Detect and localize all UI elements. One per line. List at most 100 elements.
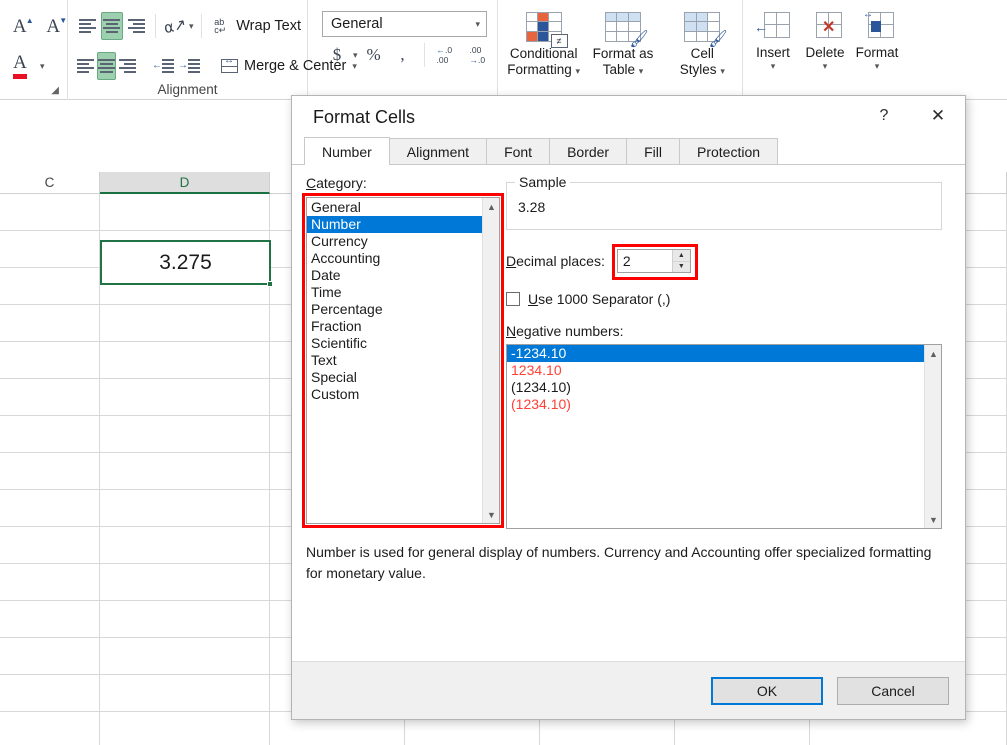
decrease-indent-button[interactable]: ← [151, 52, 175, 80]
column-header-c[interactable]: C [0, 172, 100, 194]
scroll-down-icon[interactable]: ▼ [483, 506, 499, 523]
number-format-select[interactable]: General ▾ [322, 11, 487, 37]
negative-numbers-label: Negative numbers: [506, 323, 624, 339]
increase-font-size-button[interactable]: A [6, 12, 34, 40]
align-center-button[interactable] [97, 52, 116, 80]
category-item-accounting[interactable]: Accounting [307, 250, 482, 267]
align-left-icon [77, 58, 94, 74]
negative-format-option-3[interactable]: (1234.10) [507, 379, 924, 396]
delete-cells-button[interactable]: ✕ Delete ▾ [799, 6, 851, 100]
text-orientation-button[interactable]: ⍺↗ [162, 12, 188, 40]
wrap-text-label: Wrap Text [236, 18, 301, 34]
use-1000-separator-row[interactable]: Use 1000 Separator (,) [506, 291, 942, 307]
conditional-formatting-button[interactable]: ≠ Conditional Formatting ▾ [504, 6, 583, 100]
increase-decimal-icon: ←.0.00 [436, 45, 453, 65]
category-item-general[interactable]: General [307, 199, 482, 216]
scroll-up-icon[interactable]: ▲ [483, 198, 499, 215]
chevron-down-icon: ▾ [475, 18, 480, 29]
help-icon[interactable]: ? [861, 96, 907, 136]
align-right-button[interactable] [118, 52, 137, 80]
selected-cell-d[interactable]: 3.275 [100, 240, 273, 287]
align-left-button[interactable] [76, 52, 95, 80]
scroll-down-icon[interactable]: ▼ [925, 511, 941, 528]
fill-handle[interactable] [267, 281, 273, 287]
align-top-button[interactable] [76, 12, 99, 40]
font-dialog-launcher-icon[interactable]: ◢ [51, 86, 59, 96]
category-item-scientific[interactable]: Scientific [307, 335, 482, 352]
negative-format-option-4[interactable]: (1234.10) [507, 396, 924, 413]
decrease-decimal-button[interactable]: .00 →.0 [466, 42, 496, 68]
chevron-down-icon[interactable]: ▾ [639, 66, 644, 76]
negative-format-option-1[interactable]: -1234.10 [507, 345, 924, 362]
chevron-down-icon[interactable]: ▾ [875, 61, 880, 72]
font-color-dropdown-icon[interactable]: ▾ [40, 61, 45, 72]
spinner-up-icon[interactable]: ▲ [672, 250, 690, 262]
align-center-icon [98, 58, 115, 74]
wrap-text-button[interactable]: ab c↵ Wrap Text [208, 12, 307, 40]
negative-numbers-listbox[interactable]: -1234.10 1234.10 (1234.10) (1234.10) ▲ ▼ [506, 344, 942, 529]
category-description: Number is used for general display of nu… [306, 544, 932, 581]
decimal-places-stepper[interactable]: ▲ ▼ [616, 249, 691, 273]
category-listbox[interactable]: General Number Currency Accounting Date … [306, 197, 500, 524]
orientation-dropdown-icon[interactable]: ▾ [189, 21, 194, 32]
divider [154, 14, 156, 38]
close-icon[interactable]: ✕ [915, 96, 961, 136]
category-item-time[interactable]: Time [307, 284, 482, 301]
tab-number[interactable]: Number [304, 137, 390, 165]
decrease-font-size-button[interactable]: A [40, 12, 68, 40]
scroll-up-icon[interactable]: ▲ [925, 345, 941, 362]
align-middle-button[interactable] [100, 12, 124, 40]
align-bottom-button[interactable] [125, 12, 148, 40]
negative-numbers-items: -1234.10 1234.10 (1234.10) (1234.10) [507, 345, 924, 528]
increase-font-size-icon: A [13, 17, 33, 36]
text-orientation-icon: ⍺↗ [162, 16, 188, 37]
format-cells-button[interactable]: ↔ Format ▾ [851, 6, 903, 100]
category-item-number[interactable]: Number [307, 216, 482, 233]
sample-legend: Sample [515, 174, 571, 190]
cancel-button[interactable]: Cancel [837, 676, 949, 705]
align-middle-icon [103, 18, 121, 34]
category-item-custom[interactable]: Custom [307, 386, 482, 403]
negative-format-option-2[interactable]: 1234.10 [507, 362, 924, 379]
increase-decimal-button[interactable]: ←.0.00 [433, 42, 463, 68]
category-item-text[interactable]: Text [307, 352, 482, 369]
chevron-down-icon[interactable]: ▾ [720, 66, 725, 76]
percent-format-button[interactable]: % [361, 42, 387, 68]
comma-format-button[interactable]: , [390, 42, 416, 68]
cell-value: 3.275 [159, 250, 212, 274]
format-as-table-button[interactable]: 🖌 Format as Table ▾ [583, 6, 662, 100]
category-label: Category: [306, 175, 367, 191]
decimal-places-input[interactable] [617, 250, 672, 272]
category-item-special[interactable]: Special [307, 369, 482, 386]
ribbon-group-number: General ▾ $ ▾ % , ←.0.00 .00 →.0 [308, 0, 498, 100]
spinner-down-icon[interactable]: ▼ [673, 262, 690, 273]
chevron-down-icon[interactable]: ▾ [576, 66, 581, 76]
tab-alignment[interactable]: Alignment [388, 138, 488, 164]
category-item-percentage[interactable]: Percentage [307, 301, 482, 318]
currency-dropdown-icon[interactable]: ▾ [353, 50, 358, 61]
chevron-down-icon[interactable]: ▾ [771, 61, 776, 72]
tab-fill[interactable]: Fill [626, 138, 680, 164]
chevron-down-icon[interactable]: ▾ [823, 61, 828, 72]
font-color-button[interactable]: A [6, 52, 34, 80]
tab-font[interactable]: Font [486, 138, 551, 164]
category-item-currency[interactable]: Currency [307, 233, 482, 250]
insert-cells-button[interactable]: ← Insert ▾ [747, 6, 799, 100]
tab-border[interactable]: Border [549, 138, 628, 164]
currency-format-button[interactable]: $ [324, 42, 350, 68]
delete-label: Delete [805, 45, 845, 60]
tab-protection[interactable]: Protection [679, 138, 779, 164]
decrease-decimal-icon: .00 →.0 [469, 45, 486, 65]
ok-button[interactable]: OK [711, 676, 823, 705]
increase-indent-button[interactable]: → [177, 52, 201, 80]
negative-numbers-scrollbar[interactable]: ▲ ▼ [924, 345, 941, 528]
dialog-title-bar: Format Cells ? ✕ [292, 96, 965, 138]
cell-styles-button[interactable]: 🖌 Cell Styles ▾ [663, 6, 742, 100]
category-scrollbar[interactable]: ▲ ▼ [482, 198, 499, 523]
spinner-buttons[interactable]: ▲ ▼ [671, 250, 690, 273]
use-1000-separator-checkbox[interactable] [506, 292, 520, 306]
column-header-d[interactable]: D [100, 172, 270, 194]
category-item-date[interactable]: Date [307, 267, 482, 284]
dialog-footer: OK Cancel [292, 661, 965, 719]
category-item-fraction[interactable]: Fraction [307, 318, 482, 335]
